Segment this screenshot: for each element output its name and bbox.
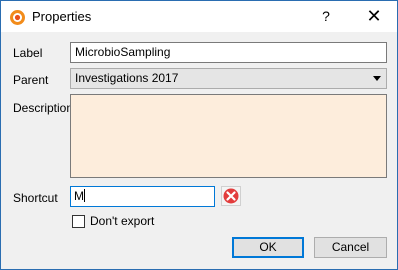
app-logo-icon — [10, 10, 25, 25]
chevron-down-icon — [373, 76, 381, 81]
shortcut-value: M — [74, 189, 84, 203]
ok-button[interactable]: OK — [232, 237, 304, 258]
description-caption: Description — [13, 101, 74, 115]
clear-x-icon — [223, 188, 239, 204]
dont-export-checkbox[interactable] — [72, 215, 85, 228]
label-input[interactable]: MicrobioSampling — [70, 42, 387, 63]
shortcut-caption: Shortcut — [13, 191, 58, 205]
description-textarea[interactable] — [70, 94, 387, 178]
parent-caption: Parent — [13, 73, 49, 87]
parent-selected-value: Investigations 2017 — [75, 71, 179, 85]
clear-shortcut-button[interactable] — [221, 186, 241, 206]
dont-export-label[interactable]: Don't export — [90, 214, 154, 228]
text-caret — [84, 189, 85, 202]
cancel-button[interactable]: Cancel — [314, 237, 387, 258]
parent-select[interactable]: Investigations 2017 — [70, 68, 387, 89]
title-bar[interactable]: Properties ? ✕ — [1, 1, 397, 32]
properties-dialog: Properties ? ✕ Label MicrobioSampling Pa… — [0, 0, 398, 270]
close-button[interactable]: ✕ — [357, 2, 391, 30]
label-caption: Label — [13, 46, 43, 60]
help-button[interactable]: ? — [311, 2, 341, 30]
shortcut-input[interactable]: M — [70, 186, 215, 207]
window-title: Properties — [32, 9, 92, 24]
